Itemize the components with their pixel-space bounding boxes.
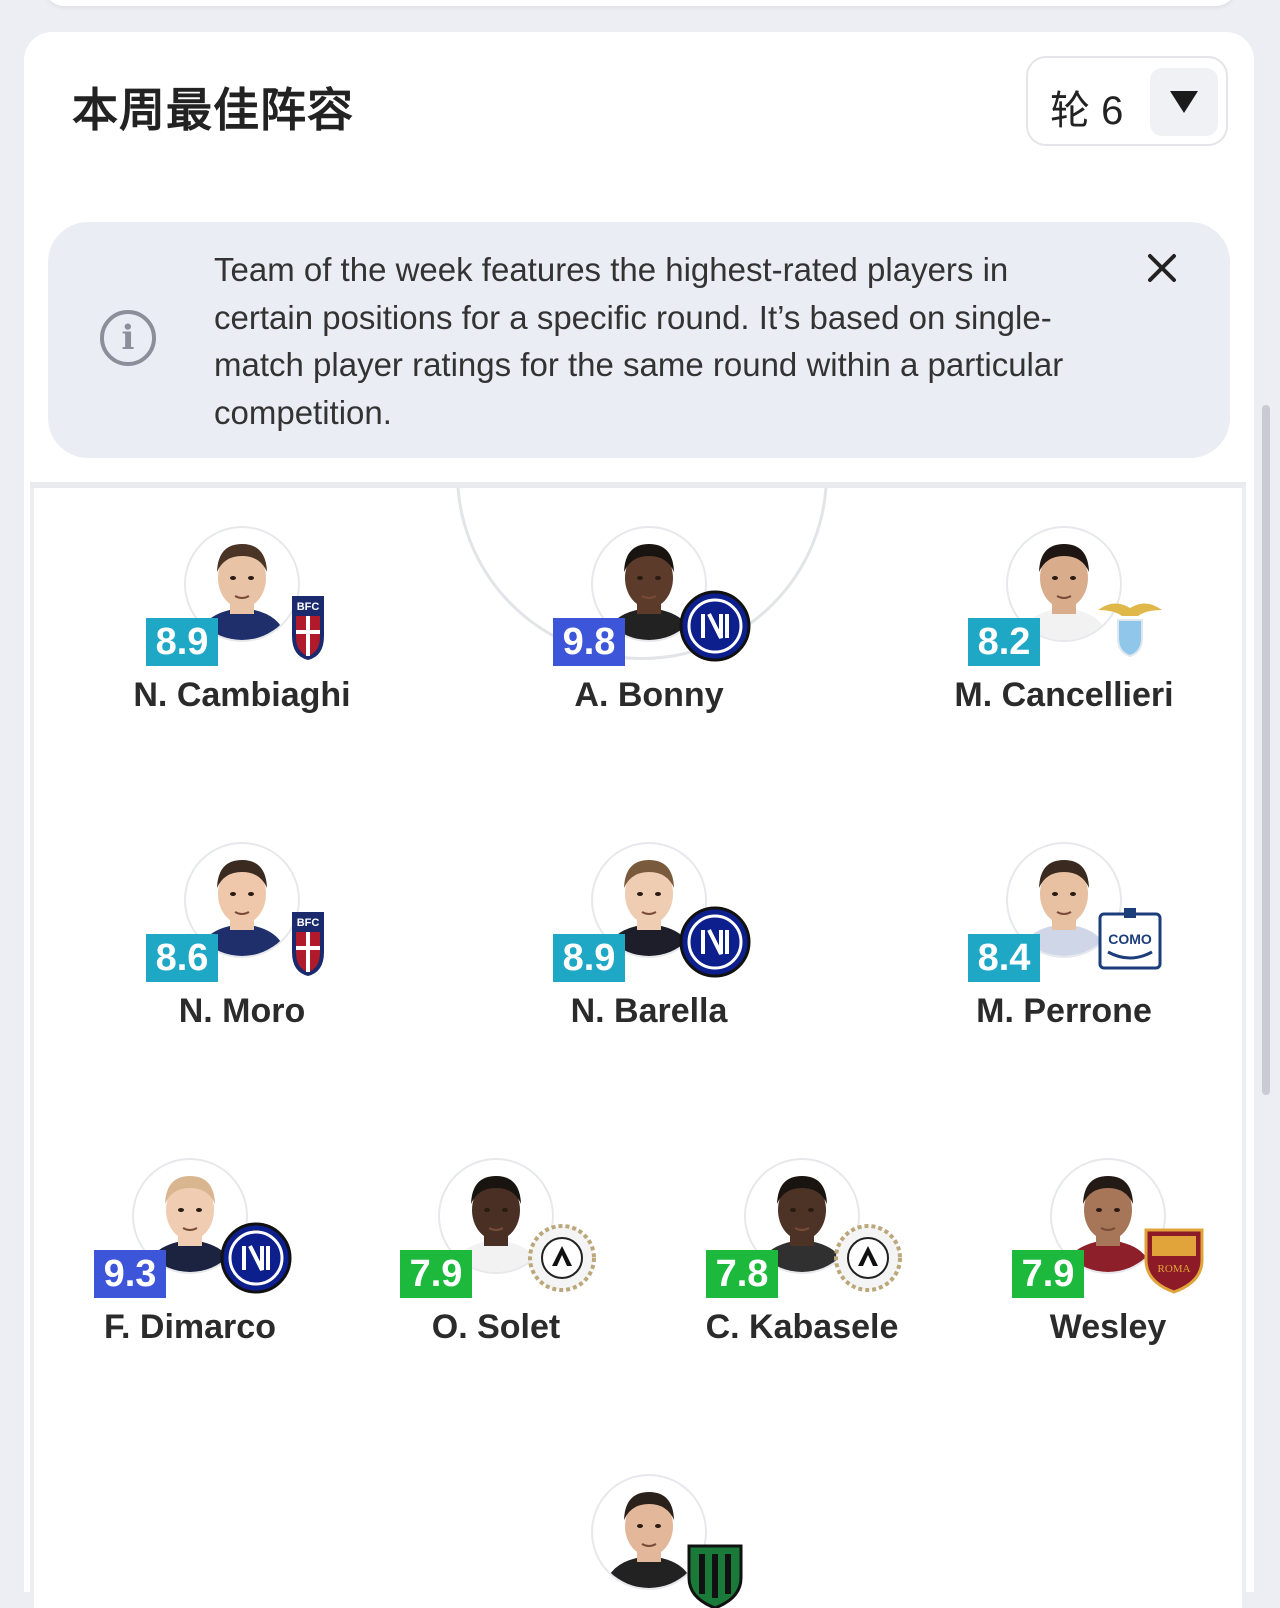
player-card[interactable]: ROMA 7.9 Wesley: [988, 1158, 1228, 1368]
player-card[interactable]: 9.3 F. Dimarco: [70, 1158, 310, 1368]
player-name: M. Cancellieri: [954, 676, 1174, 714]
player-card[interactable]: 8.2 M. Cancellieri: [944, 526, 1184, 736]
como-crest-icon: COMO: [1094, 906, 1166, 978]
info-text: Team of the week features the highest-ra…: [214, 251, 1064, 431]
inter-crest-icon: [220, 1222, 292, 1294]
player-name: F. Dimarco: [104, 1308, 276, 1346]
inter-crest-icon: [679, 590, 751, 662]
sassuolo-crest-icon: [679, 1538, 751, 1608]
player-card[interactable]: COMO 8.4 M. Perrone: [944, 842, 1184, 1052]
scrollbar-thumb[interactable]: [1262, 405, 1270, 1095]
team-of-the-week-card: 本周最佳阵容 轮 6 i Team of the week features t…: [24, 32, 1254, 1608]
inter-crest-icon: [679, 906, 751, 978]
lazio-crest-icon: [1094, 590, 1166, 662]
bologna-crest-icon: BFC: [272, 906, 344, 978]
round-dropdown-button[interactable]: [1150, 68, 1218, 136]
player-rating: 9.3: [94, 1250, 166, 1298]
player-card[interactable]: BFC 8.9 N. Cambiaghi: [122, 526, 362, 736]
player-name: Wesley: [1049, 1308, 1167, 1346]
player-name: O. Solet: [431, 1308, 561, 1346]
close-icon[interactable]: [1142, 248, 1182, 288]
player-rating: 7.9: [1012, 1250, 1084, 1298]
udinese-crest-icon: [526, 1222, 598, 1294]
svg-text:ROMA: ROMA: [1157, 1263, 1190, 1275]
player-card[interactable]: [529, 1474, 769, 1608]
player-card[interactable]: 8.9 N. Barella: [529, 842, 769, 1052]
svg-text:BFC: BFC: [297, 601, 320, 613]
info-banner: i Team of the week features the highest-…: [48, 222, 1230, 458]
player-card[interactable]: BFC 8.6 N. Moro: [122, 842, 362, 1052]
player-rating: 8.6: [146, 934, 218, 982]
info-icon: i: [100, 310, 156, 366]
page-title: 本周最佳阵容: [72, 84, 354, 136]
player-name: M. Perrone: [976, 992, 1152, 1030]
player-rating: 7.9: [400, 1250, 472, 1298]
bologna-crest-icon: BFC: [272, 590, 344, 662]
player-name: N. Moro: [178, 992, 306, 1030]
round-label: 轮 6: [1050, 89, 1124, 133]
player-card[interactable]: 7.8 C. Kabasele: [682, 1158, 922, 1368]
roma-crest-icon: ROMA: [1138, 1222, 1210, 1294]
svg-text:BFC: BFC: [297, 917, 320, 929]
formation-pitch: BFC 8.9 N. Cambiaghi 9.8 A. Bonny 8.2 M. Can…: [30, 488, 1246, 1608]
player-card[interactable]: 9.8 A. Bonny: [529, 526, 769, 736]
player-name: A. Bonny: [574, 676, 724, 714]
player-name: N. Barella: [570, 992, 728, 1030]
player-name: N. Cambiaghi: [133, 676, 351, 714]
player-rating: 8.2: [968, 618, 1040, 666]
player-name: C. Kabasele: [705, 1308, 899, 1346]
caret-down-icon: [1170, 91, 1198, 113]
svg-text:COMO: COMO: [1108, 931, 1152, 947]
player-rating: 7.8: [706, 1250, 778, 1298]
udinese-crest-icon: [832, 1222, 904, 1294]
player-rating: 8.4: [968, 934, 1040, 982]
player-card[interactable]: 7.9 O. Solet: [376, 1158, 616, 1368]
player-rating: 8.9: [553, 934, 625, 982]
round-selector[interactable]: 轮 6: [1026, 56, 1228, 146]
player-rating: 8.9: [146, 618, 218, 666]
player-rating: 9.8: [553, 618, 625, 666]
previous-card-edge: [44, 0, 1236, 6]
